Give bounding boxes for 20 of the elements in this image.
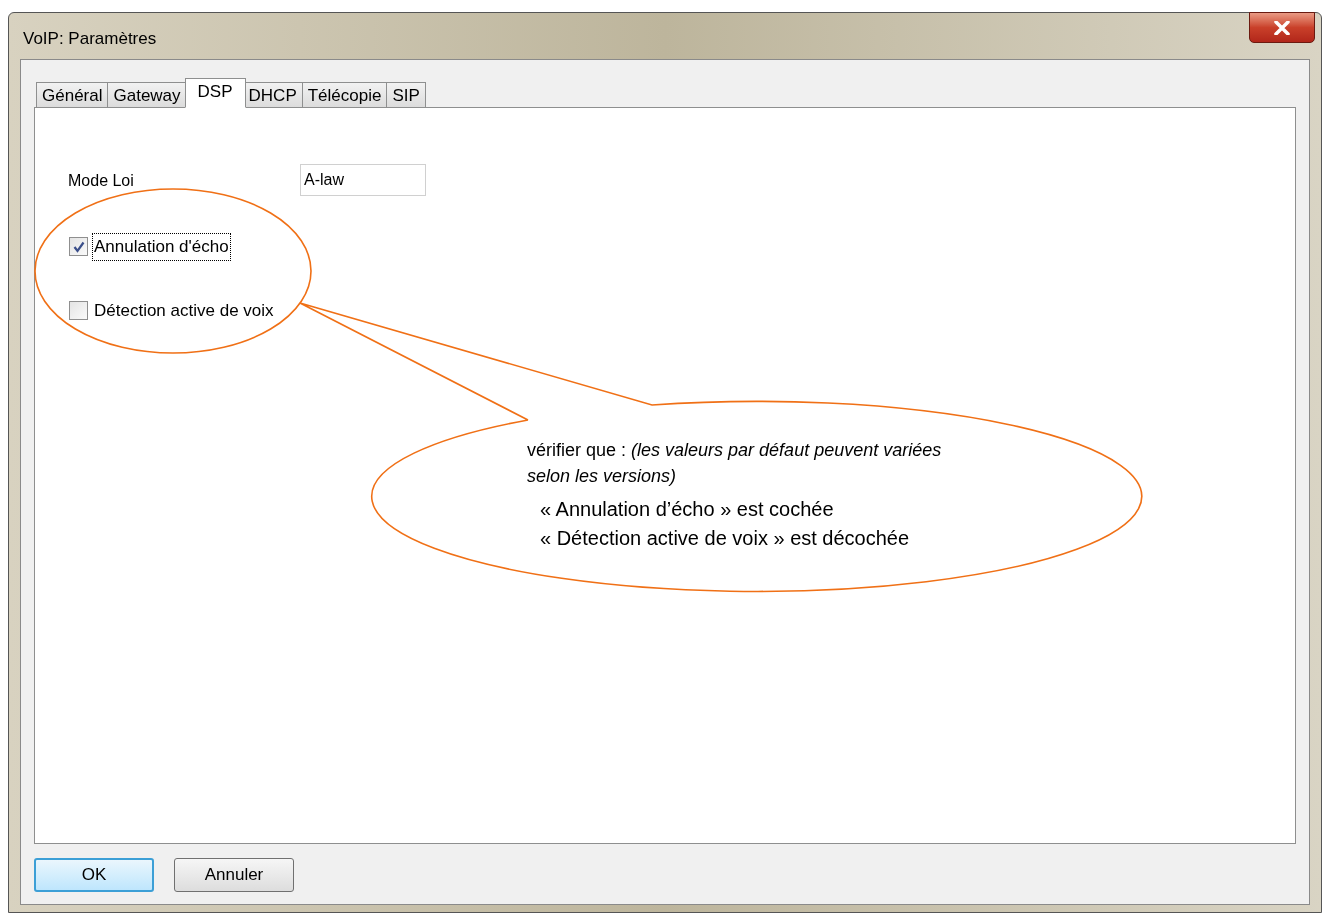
field-label: Mode Loi [68, 170, 135, 191]
tab[interactable]: DHCP [243, 82, 303, 108]
tab[interactable]: DSP [184, 78, 246, 108]
tab[interactable]: Télécopie [302, 82, 388, 108]
checkbox-label[interactable]: Détection active de voix [92, 296, 276, 324]
checkbox-label[interactable]: Annulation d'écho [92, 233, 231, 261]
callout-text: vérifier que : (les valeurs par défaut peuvent variées selon les versions) [527, 439, 943, 488]
checkbox[interactable] [69, 300, 88, 320]
tab[interactable]: Gateway [108, 82, 187, 108]
callout-line: « Détection active de voix » est décochée [540, 526, 911, 551]
close-icon [1274, 20, 1290, 35]
dialog-button[interactable]: Annuler [174, 858, 294, 892]
checkbox[interactable] [69, 237, 88, 257]
close-button[interactable] [1249, 12, 1315, 43]
tab[interactable]: SIP [387, 82, 426, 108]
window-title: VoIP: Paramètres [23, 28, 157, 50]
mode-field[interactable]: A-law [300, 164, 426, 196]
dialog-button[interactable]: OK [34, 858, 154, 892]
tab[interactable]: Général [36, 82, 109, 108]
callout-line: « Annulation d’écho » est cochée [540, 497, 835, 522]
